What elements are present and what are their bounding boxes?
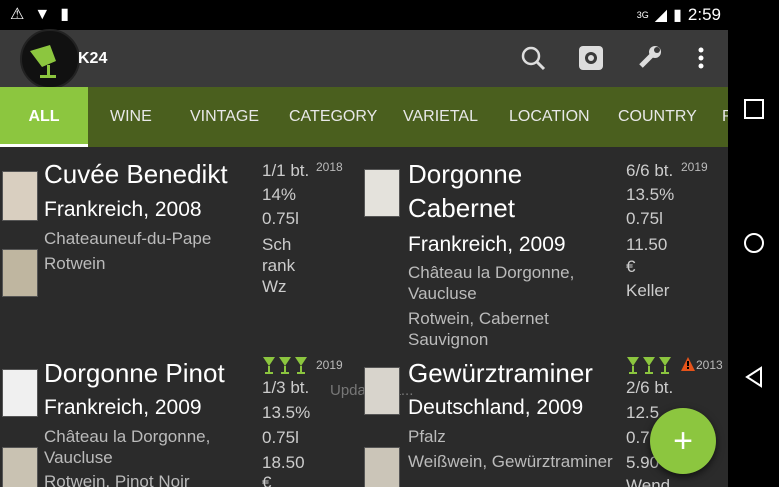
currency: € (626, 257, 636, 276)
warning-icon (681, 357, 695, 371)
volume: 0.7 (626, 428, 650, 447)
home-icon[interactable] (743, 232, 765, 254)
wine-region: Pfalz (408, 427, 446, 446)
bottle-count: 2/6 bt. (626, 378, 674, 397)
wine-origin: Deutschland, 2009 (408, 396, 584, 419)
wine-label-image (2, 369, 38, 417)
add-wine-button[interactable]: + (650, 408, 716, 474)
wine-glass-icon (263, 357, 275, 374)
storage-location: Keller (626, 281, 670, 300)
volume: 0.75l (262, 428, 299, 447)
wine-region: Chateauneuf-du-Pape (44, 229, 212, 248)
wrench-icon[interactable] (634, 43, 664, 73)
wine-type: Weißwein, Gewürztraminer (408, 452, 613, 471)
wine-list[interactable]: UpdateSta... Cuvée Benedikt Frankreich, … (0, 147, 728, 487)
battery-icon: ▮ (673, 7, 682, 24)
wine-name: Dorgonne Pinot (44, 358, 225, 388)
app-title: K24 (78, 50, 108, 67)
recents-icon[interactable] (743, 98, 765, 120)
drink-year: 2018 (316, 160, 343, 174)
tab-location[interactable]: LOCATION (509, 87, 590, 147)
tab-bar: ALL WINE VINTAGE CATEGORY VARIETAL LOCAT… (0, 87, 728, 147)
wine-origin: Frankreich, 2009 (44, 396, 202, 419)
wine-name: Cuvée Benedikt (44, 159, 228, 189)
status-left: ⚠ ▼ ▮ (10, 5, 69, 25)
wifi-icon: ▼ (34, 6, 51, 23)
wine-label-image (364, 169, 400, 217)
sd-card-icon: ▮ (60, 6, 69, 23)
wine-name: Cabernet (408, 193, 515, 223)
wine-label-image (2, 171, 38, 221)
tab-varietal[interactable]: VARIETAL (403, 87, 478, 147)
wine-glass-icon (643, 357, 655, 374)
price: 11.50 (626, 235, 668, 254)
alcohol: 13.5% (262, 403, 311, 422)
more-icon[interactable] (686, 43, 716, 73)
wine-glass-icon (279, 357, 291, 374)
system-nav-bar (728, 30, 779, 487)
currency: € (262, 473, 272, 487)
drink-year: 2019 (316, 358, 343, 372)
drink-year: 2019 (681, 160, 708, 174)
tab-all[interactable]: ALL (0, 87, 88, 147)
clock: 2:59 (687, 5, 721, 24)
alcohol: 13.5% (626, 185, 675, 204)
warning-icon: ⚠ (10, 6, 25, 23)
signal-icon: ◢ (654, 7, 668, 24)
network-label: 3G (636, 10, 649, 20)
wine-region: Château la Dorgonne, (44, 427, 211, 446)
wine-type: Rotwein, Pinot Noir (44, 472, 190, 487)
wine-region: Vaucluse (408, 284, 477, 303)
wine-region: Château la Dorgonne, (408, 263, 575, 282)
wine-label-image (364, 367, 400, 415)
wine-label-image (2, 447, 38, 487)
wine-type: Sauvignon (408, 330, 489, 349)
app-logo-icon[interactable] (20, 29, 80, 89)
app-bar (0, 30, 728, 87)
wine-glass-icon (659, 357, 671, 374)
status-bar: ⚠ ▼ ▮ 3G ◢ ▮ 2:59 (0, 0, 779, 30)
drink-year: 2013 (696, 358, 723, 372)
tab-country[interactable]: COUNTRY (618, 87, 697, 147)
wine-region: Vaucluse (44, 448, 113, 467)
wine-label-image (364, 447, 400, 487)
status-right: 3G ◢ ▮ 2:59 (637, 5, 721, 25)
tab-category[interactable]: CATEGORY (289, 87, 377, 147)
volume: 0.75l (626, 209, 663, 228)
volume: 0.75l (262, 209, 299, 228)
back-icon[interactable] (743, 366, 765, 388)
rating-glasses (626, 356, 676, 376)
wine-origin: Frankreich, 2009 (408, 233, 566, 256)
price: 18.50 (262, 453, 305, 472)
rating-glasses (262, 356, 312, 376)
search-icon[interactable] (518, 43, 548, 73)
wine-type: Rotwein, Cabernet (408, 309, 549, 328)
alcohol: 12.5 (626, 403, 660, 422)
alcohol: 14% (262, 185, 297, 204)
bottle-count: 1/3 bt. (262, 378, 310, 397)
settings-icon[interactable] (576, 43, 606, 73)
wine-type: Rotwein (44, 254, 106, 273)
wine-label-image (2, 249, 38, 297)
storage-location: Sch (262, 235, 292, 254)
tab-vintage[interactable]: VINTAGE (190, 87, 259, 147)
storage-location: Wend (626, 476, 671, 487)
storage-location: Wz (262, 277, 287, 296)
plus-icon: + (673, 421, 693, 460)
wine-glass-icon (627, 357, 639, 374)
wine-name: Dorgonne (408, 159, 523, 189)
wine-origin: Frankreich, 2008 (44, 198, 202, 221)
bottle-count: 6/6 bt. (626, 161, 674, 180)
bottle-count: 1/1 bt. (262, 161, 310, 180)
wine-name: Gewürztraminer (408, 358, 593, 388)
tab-wine[interactable]: WINE (110, 87, 152, 147)
wine-glass-icon (295, 357, 307, 374)
storage-location: rank (262, 256, 296, 275)
